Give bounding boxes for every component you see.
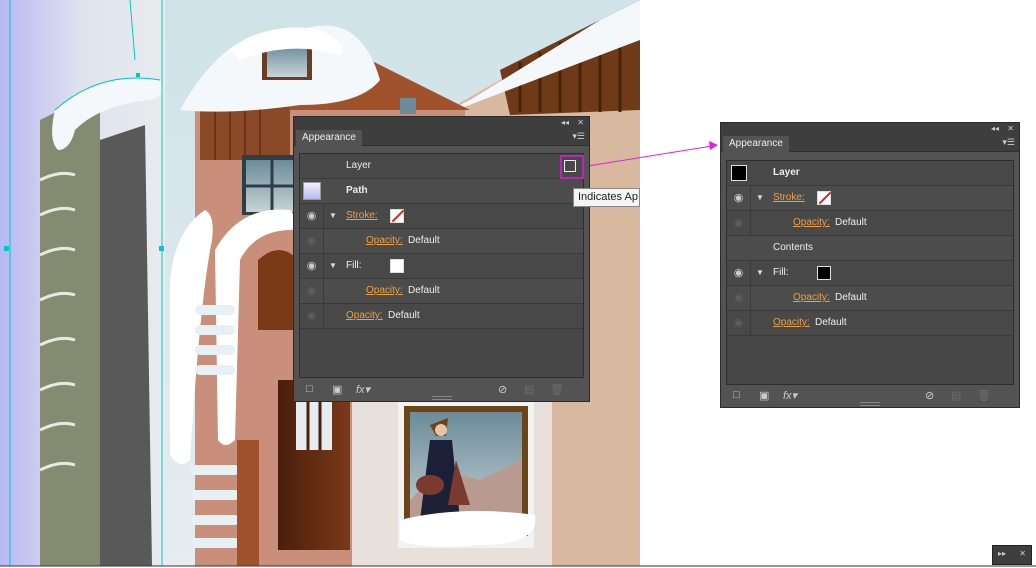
- stroke-row[interactable]: ◉ ▼ Stroke:: [727, 186, 1013, 211]
- layer-swatch: [731, 165, 747, 181]
- object-opacity-row[interactable]: ◉ Opacity: Default: [727, 311, 1013, 336]
- opacity-link[interactable]: Opacity:: [793, 286, 830, 310]
- eye-icon[interactable]: ◉: [300, 279, 324, 303]
- panel-title-bar: ◂◂ ✕: [721, 123, 1019, 135]
- eye-icon[interactable]: ◉: [300, 229, 324, 253]
- eye-icon[interactable]: ◉: [300, 204, 324, 228]
- contents-row[interactable]: Contents: [727, 236, 1013, 261]
- disclosure-triangle-icon[interactable]: ▼: [329, 254, 337, 278]
- double-chevron-right-icon[interactable]: ▸▸: [998, 549, 1006, 558]
- panel-footer: □ ▣ fx▾ ⊘ ▤ 🗑: [294, 379, 589, 401]
- panel-title-bar: ◂◂ ✕: [294, 117, 589, 129]
- highlight-box: [560, 155, 584, 179]
- fill-row[interactable]: ◉ ▼ Fill:: [300, 254, 583, 279]
- delete-item-icon[interactable]: 🗑: [550, 383, 564, 396]
- stroke-link[interactable]: Stroke:: [773, 186, 805, 210]
- stroke-opacity-row[interactable]: ◉ Opacity: Default: [300, 229, 583, 254]
- stroke-opacity-row[interactable]: ◉ Opacity: Default: [727, 211, 1013, 236]
- add-effect-icon[interactable]: fx▾: [356, 383, 370, 396]
- panel-menu-icon[interactable]: ▾☰: [1002, 137, 1015, 148]
- appearance-list: Layer ◉ ▼ Stroke: ◉ Opacity: Default Con…: [726, 160, 1014, 385]
- eye-icon[interactable]: ◉: [727, 211, 751, 235]
- panel-menu-icon[interactable]: ▾☰: [572, 131, 585, 142]
- panel-footer: □ ▣ fx▾ ⊘ ▤ 🗑: [721, 385, 1019, 407]
- layer-label: Layer: [346, 160, 372, 171]
- appearance-panel-left: ◂◂ ✕ Appearance ▾☰ Layer Path ◉ ▼ Stroke…: [293, 116, 590, 402]
- close-icon[interactable]: ✕: [577, 117, 584, 129]
- add-new-fill-icon[interactable]: ▣: [332, 383, 342, 396]
- fill-label: Fill:: [346, 260, 362, 271]
- path-label: Path: [346, 185, 368, 196]
- opacity-value: Default: [408, 235, 440, 246]
- opacity-link[interactable]: Opacity:: [773, 311, 810, 335]
- appearance-list: Layer Path ◉ ▼ Stroke: ◉ Opacity: Defaul…: [299, 153, 584, 378]
- eye-icon[interactable]: ◉: [300, 304, 324, 328]
- panel-tab-row: Appearance ▾☰: [721, 135, 1019, 152]
- fill-row[interactable]: ◉ ▼ Fill:: [727, 261, 1013, 286]
- opacity-link[interactable]: Opacity:: [793, 211, 830, 235]
- add-new-stroke-icon[interactable]: □: [306, 383, 313, 395]
- eye-icon[interactable]: ◉: [727, 286, 751, 310]
- eye-icon[interactable]: ◉: [727, 186, 751, 210]
- collapsed-panel-dock: ▸▸ ✕: [992, 545, 1032, 565]
- stroke-swatch[interactable]: [390, 209, 404, 223]
- opacity-link[interactable]: Opacity:: [366, 279, 403, 303]
- opacity-value: Default: [815, 317, 847, 328]
- opacity-value: Default: [835, 292, 867, 303]
- path-row[interactable]: Path: [300, 179, 583, 204]
- double-chevron-left-icon[interactable]: ◂◂: [561, 117, 569, 129]
- eye-icon[interactable]: ◉: [300, 254, 324, 278]
- opacity-link[interactable]: Opacity:: [366, 229, 403, 253]
- path-thumbnail-icon: [303, 182, 321, 200]
- stroke-swatch[interactable]: [817, 191, 831, 205]
- eye-icon[interactable]: ◉: [727, 261, 751, 285]
- delete-item-icon[interactable]: 🗑: [977, 389, 991, 402]
- disclosure-triangle-icon[interactable]: ▼: [329, 204, 337, 228]
- tab-appearance[interactable]: Appearance: [723, 136, 789, 152]
- opacity-value: Default: [388, 310, 420, 321]
- duplicate-item-icon[interactable]: ▤: [524, 383, 534, 396]
- close-icon[interactable]: ✕: [1019, 549, 1026, 558]
- tooltip: Indicates Ap: [573, 188, 640, 207]
- stroke-link[interactable]: Stroke:: [346, 204, 378, 228]
- clear-appearance-icon[interactable]: ⊘: [498, 383, 507, 396]
- duplicate-item-icon[interactable]: ▤: [951, 389, 961, 402]
- appearance-panel-right: ◂◂ ✕ Appearance ▾☰ Layer ◉ ▼ Stroke: ◉ O…: [720, 122, 1020, 408]
- opacity-value: Default: [835, 217, 867, 228]
- add-new-fill-icon[interactable]: ▣: [759, 389, 769, 402]
- resize-grip[interactable]: [860, 402, 880, 406]
- fill-opacity-row[interactable]: ◉ Opacity: Default: [727, 286, 1013, 311]
- fill-swatch[interactable]: [817, 266, 831, 280]
- opacity-link[interactable]: Opacity:: [346, 304, 383, 328]
- eye-icon[interactable]: ◉: [727, 311, 751, 335]
- clear-appearance-icon[interactable]: ⊘: [925, 389, 934, 402]
- resize-grip[interactable]: [431, 396, 452, 400]
- disclosure-triangle-icon[interactable]: ▼: [756, 186, 764, 210]
- disclosure-triangle-icon[interactable]: ▼: [756, 261, 764, 285]
- object-opacity-row[interactable]: ◉ Opacity: Default: [300, 304, 583, 329]
- double-chevron-left-icon[interactable]: ◂◂: [991, 123, 999, 135]
- panel-tab-row: Appearance ▾☰: [294, 129, 589, 146]
- fill-opacity-row[interactable]: ◉ Opacity: Default: [300, 279, 583, 304]
- layer-row[interactable]: Layer: [727, 161, 1013, 186]
- tab-appearance[interactable]: Appearance: [296, 130, 362, 146]
- contents-label: Contents: [773, 242, 814, 253]
- add-effect-icon[interactable]: fx▾: [783, 389, 797, 402]
- layer-row[interactable]: Layer: [300, 154, 583, 179]
- fill-label: Fill:: [773, 267, 789, 278]
- layer-label: Layer: [773, 167, 800, 178]
- stroke-row[interactable]: ◉ ▼ Stroke:: [300, 204, 583, 229]
- fill-swatch[interactable]: [390, 259, 404, 273]
- add-new-stroke-icon[interactable]: □: [733, 389, 740, 401]
- close-icon[interactable]: ✕: [1007, 123, 1014, 135]
- opacity-value: Default: [408, 285, 440, 296]
